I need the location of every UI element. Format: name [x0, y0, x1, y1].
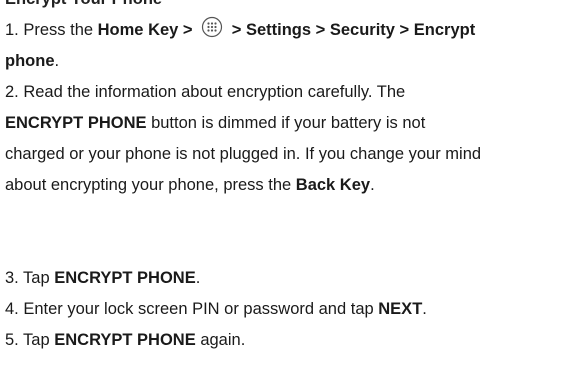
step-2-line-1: 2. Read the information about encryption…	[5, 83, 406, 101]
cut-off-heading: Encrypt Your Phone	[5, 0, 583, 15]
warning-line-2	[5, 232, 583, 263]
step-5: 5. Tap ENCRYPT PHONE again.	[5, 331, 246, 349]
apps-icon	[201, 16, 223, 38]
step-1-line-2: phone.	[5, 52, 60, 70]
step-2-line-2: ENCRYPT PHONE button is dimmed if your b…	[5, 114, 426, 132]
warning-line-1	[5, 201, 583, 232]
step-3: 3. Tap ENCRYPT PHONE.	[5, 269, 201, 287]
step-1-line-1: 1. Press the Home Key > > Settings > Sec…	[5, 15, 583, 46]
instruction-document: Encrypt Your Phone 1. Press the Home Key…	[5, 0, 583, 356]
step-4: 4. Enter your lock screen PIN or passwor…	[5, 300, 427, 318]
step-2-line-3: charged or your phone is not plugged in.…	[5, 145, 482, 163]
step-2-line-4: about encrypting your phone, press the B…	[5, 176, 375, 194]
